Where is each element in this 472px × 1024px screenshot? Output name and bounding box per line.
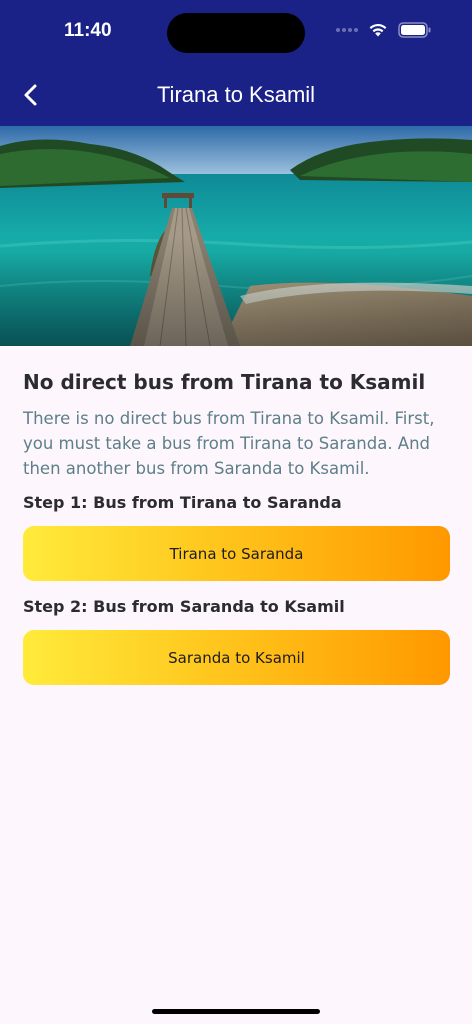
saranda-to-ksamil-button[interactable]: Saranda to Ksamil [23, 630, 450, 685]
signal-icon [336, 28, 358, 32]
battery-icon [398, 22, 431, 38]
section-heading: No direct bus from Tirana to Ksamil [23, 370, 426, 394]
step-2-label: Step 2: Bus from Saranda to Ksamil [23, 597, 345, 616]
wifi-icon [369, 23, 387, 37]
home-indicator[interactable] [152, 1009, 320, 1014]
status-time: 11:40 [64, 20, 112, 41]
step-1-label: Step 1: Bus from Tirana to Saranda [23, 493, 342, 512]
route-button-label: Saranda to Ksamil [168, 648, 305, 667]
app-header: 11:40 Tirana to Ksamil [0, 0, 472, 126]
status-bar: 11:40 [0, 0, 472, 64]
route-button-label: Tirana to Saranda [169, 544, 304, 563]
status-icons [336, 22, 432, 38]
main-content: No direct bus from Tirana to Ksamil Ther… [23, 370, 451, 701]
navigation-bar: Tirana to Ksamil [0, 64, 472, 126]
description-text: There is no direct bus from Tirana to Ks… [23, 409, 435, 478]
beach-pier-photo [0, 126, 472, 346]
tirana-to-saranda-button[interactable]: Tirana to Saranda [23, 526, 450, 581]
page-title: Tirana to Ksamil [156, 82, 316, 107]
hero-image [0, 126, 472, 346]
dynamic-island [167, 13, 305, 53]
